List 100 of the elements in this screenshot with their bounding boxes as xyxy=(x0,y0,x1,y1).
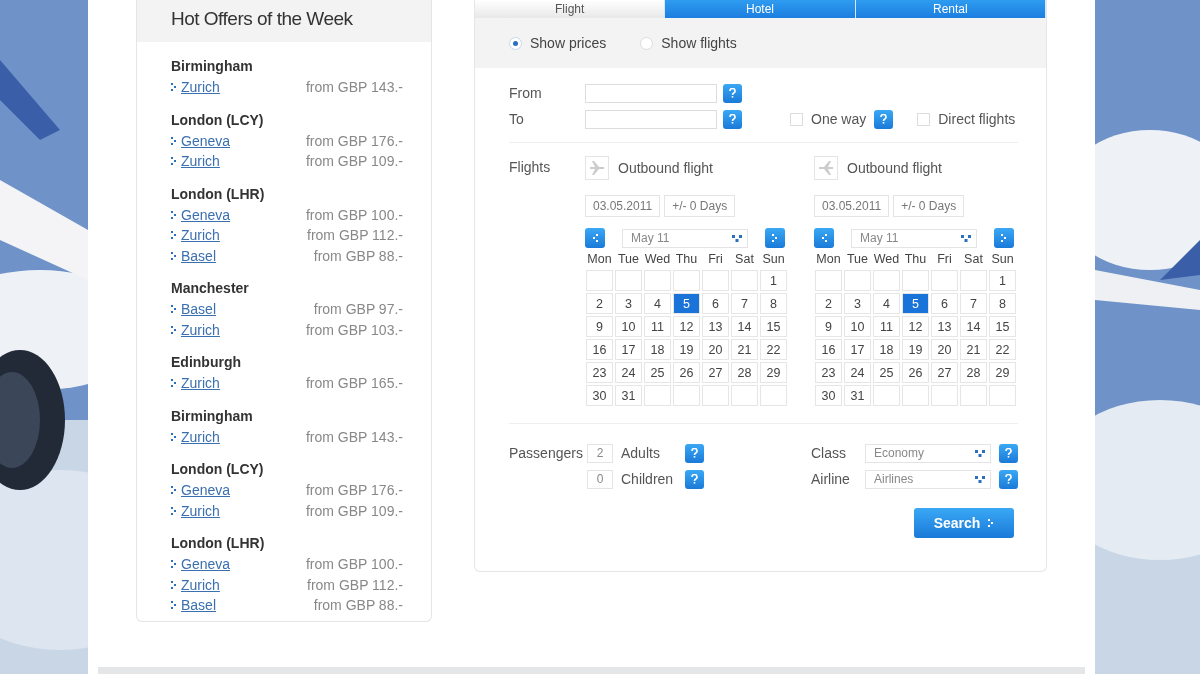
help-button[interactable] xyxy=(999,469,1018,489)
destination-link[interactable]: Basel xyxy=(181,301,217,318)
destination-link[interactable]: Geneva xyxy=(181,556,231,573)
airline-select[interactable]: Airlines xyxy=(865,469,991,489)
destination-link[interactable]: Geneva xyxy=(181,132,231,149)
calendar-day[interactable]: 13 xyxy=(931,316,958,337)
calendar-day[interactable]: 20 xyxy=(702,339,729,360)
calendar-day[interactable]: 9 xyxy=(586,316,613,337)
help-button[interactable] xyxy=(685,469,704,489)
destination-link[interactable]: Zurich xyxy=(181,428,220,445)
destination-link[interactable]: Zurich xyxy=(181,79,220,96)
calendar-day[interactable]: 18 xyxy=(644,339,671,360)
calendar-day[interactable]: 6 xyxy=(702,293,729,314)
next-month-button[interactable] xyxy=(994,228,1014,248)
date-field[interactable]: 03.05.2011 xyxy=(585,195,661,217)
calendar-day[interactable]: 10 xyxy=(844,316,871,337)
destination-link[interactable]: Basel xyxy=(181,247,217,264)
radio-option[interactable]: Show prices xyxy=(509,35,607,51)
calendar-day[interactable]: 9 xyxy=(815,316,842,337)
calendar-day[interactable]: 12 xyxy=(673,316,700,337)
calendar-day[interactable]: 15 xyxy=(760,316,787,337)
calendar-day[interactable]: 16 xyxy=(815,339,842,360)
calendar-day[interactable]: 14 xyxy=(731,316,758,337)
calendar-day[interactable]: 3 xyxy=(615,293,642,314)
destination-link[interactable]: Zurich xyxy=(181,227,220,244)
checkbox[interactable] xyxy=(790,112,803,126)
calendar-day[interactable]: 26 xyxy=(902,362,929,383)
next-month-button[interactable] xyxy=(765,228,785,248)
calendar-day[interactable]: 13 xyxy=(702,316,729,337)
calendar-day[interactable]: 7 xyxy=(960,293,987,314)
destination-link[interactable]: Zurich xyxy=(181,375,220,392)
tab[interactable]: Flight xyxy=(475,0,666,18)
calendar-day[interactable]: 25 xyxy=(644,362,671,383)
calendar-day[interactable]: 21 xyxy=(731,339,758,360)
calendar-day[interactable]: 25 xyxy=(873,362,900,383)
calendar-day[interactable]: 10 xyxy=(615,316,642,337)
calendar-day[interactable]: 11 xyxy=(873,316,900,337)
calendar-day[interactable]: 29 xyxy=(989,362,1016,383)
calendar-day[interactable]: 21 xyxy=(960,339,987,360)
number-field[interactable]: 2 xyxy=(587,443,613,463)
calendar-day[interactable]: 4 xyxy=(644,293,671,314)
number-field[interactable]: 0 xyxy=(587,469,613,489)
calendar-day[interactable]: 29 xyxy=(760,362,787,383)
calendar-day[interactable]: 23 xyxy=(586,362,613,383)
calendar-day[interactable]: 6 xyxy=(931,293,958,314)
calendar-day[interactable]: 17 xyxy=(844,339,871,360)
tab[interactable]: Rental xyxy=(855,0,1046,18)
calendar-day[interactable]: 19 xyxy=(902,339,929,360)
calendar-day[interactable]: 17 xyxy=(615,339,642,360)
calendar-day[interactable]: 2 xyxy=(815,293,842,314)
month-select[interactable]: May 11 xyxy=(622,228,748,248)
calendar-day[interactable]: 15 xyxy=(989,316,1016,337)
calendar-day[interactable]: 5 xyxy=(673,293,700,314)
calendar-day[interactable]: 8 xyxy=(760,293,787,314)
checkbox[interactable] xyxy=(917,112,931,126)
calendar-day[interactable]: 20 xyxy=(931,339,958,360)
input-field[interactable] xyxy=(585,109,717,129)
calendar-day[interactable]: 31 xyxy=(844,385,871,406)
calendar-day[interactable]: 3 xyxy=(844,293,871,314)
calendar-day[interactable]: 1 xyxy=(989,270,1016,291)
calendar-day[interactable]: 27 xyxy=(931,362,958,383)
month-select[interactable]: May 11 xyxy=(851,228,977,248)
help-button[interactable] xyxy=(999,443,1018,463)
help-button[interactable] xyxy=(723,83,742,103)
calendar-day[interactable]: 28 xyxy=(731,362,758,383)
calendar-day[interactable]: 8 xyxy=(989,293,1016,314)
calendar-day[interactable]: 2 xyxy=(586,293,613,314)
calendar-day[interactable]: 27 xyxy=(702,362,729,383)
calendar-day[interactable]: 24 xyxy=(615,362,642,383)
calendar-day[interactable]: 16 xyxy=(586,339,613,360)
destination-link[interactable]: Zurich xyxy=(181,502,220,519)
calendar-day[interactable]: 31 xyxy=(615,385,642,406)
destination-link[interactable]: Zurich xyxy=(181,321,220,338)
calendar-day[interactable]: 24 xyxy=(844,362,871,383)
calendar-day[interactable]: 5 xyxy=(902,293,929,314)
calendar-day[interactable]: 12 xyxy=(902,316,929,337)
calendar-day[interactable]: 11 xyxy=(644,316,671,337)
help-button[interactable] xyxy=(874,109,894,129)
calendar-day[interactable]: 14 xyxy=(960,316,987,337)
destination-link[interactable]: Zurich xyxy=(181,576,220,593)
previous-month-button[interactable] xyxy=(814,228,834,248)
help-button[interactable] xyxy=(685,443,704,463)
calendar-day[interactable]: 28 xyxy=(960,362,987,383)
calendar-day[interactable]: 30 xyxy=(586,385,613,406)
class-select[interactable]: Economy xyxy=(865,443,991,463)
calendar-day[interactable]: 26 xyxy=(673,362,700,383)
calendar-day[interactable]: 7 xyxy=(731,293,758,314)
destination-link[interactable]: Basel xyxy=(181,597,217,614)
destination-link[interactable]: Geneva xyxy=(181,482,231,499)
calendar-day[interactable]: 18 xyxy=(873,339,900,360)
flex-days-field[interactable]: +/- 0 Days xyxy=(664,195,736,217)
calendar-day[interactable]: 4 xyxy=(873,293,900,314)
calendar-day[interactable]: 1 xyxy=(760,270,787,291)
flex-days-field[interactable]: +/- 0 Days xyxy=(893,195,965,217)
calendar-day[interactable]: 22 xyxy=(989,339,1016,360)
previous-month-button[interactable] xyxy=(585,228,605,248)
input-field[interactable] xyxy=(585,83,717,103)
destination-link[interactable]: Geneva xyxy=(181,206,231,223)
radio-option[interactable]: Show flights xyxy=(640,35,737,51)
calendar-day[interactable]: 19 xyxy=(673,339,700,360)
